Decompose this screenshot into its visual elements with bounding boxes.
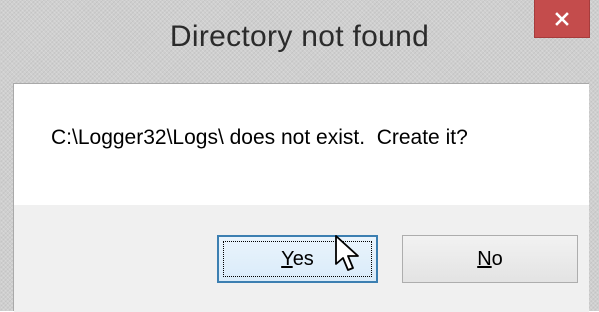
no-button-label: No <box>477 248 503 271</box>
close-icon <box>555 11 569 26</box>
yes-mnemonic: Y <box>281 247 293 270</box>
message-area: C:\Logger32\Logs\ does not exist. Create… <box>14 84 589 205</box>
no-button[interactable]: No <box>402 235 578 283</box>
no-label-rest: o <box>491 247 503 270</box>
dialog-title: Directory not found <box>169 20 430 53</box>
no-mnemonic: N <box>477 247 492 270</box>
dialog-window: Directory not found C:\Logger32\Logs\ do… <box>0 0 599 312</box>
yes-button-label: Yes <box>281 248 314 271</box>
yes-button[interactable]: Yes <box>217 235 378 283</box>
message-text: C:\Logger32\Logs\ does not exist. Create… <box>51 126 468 149</box>
yes-label-rest: es <box>292 247 314 270</box>
button-bar: Yes No <box>14 205 589 312</box>
dialog-client-area: C:\Logger32\Logs\ does not exist. Create… <box>13 83 589 312</box>
title-bar[interactable]: Directory not found <box>0 0 599 83</box>
close-button[interactable] <box>534 0 590 38</box>
